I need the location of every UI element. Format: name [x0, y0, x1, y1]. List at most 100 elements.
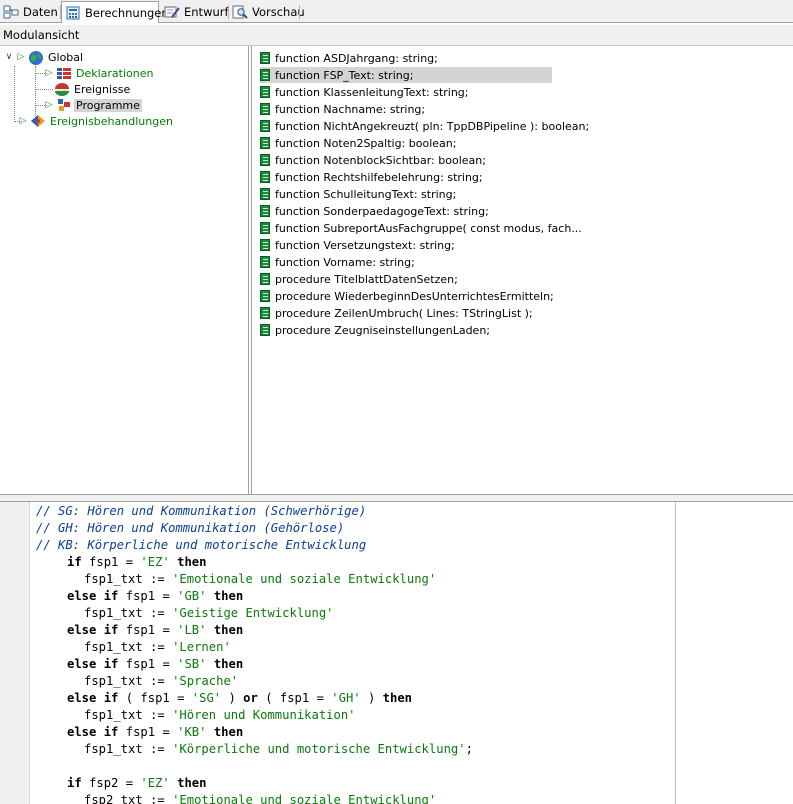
programs-icon	[56, 98, 72, 112]
tree-line	[35, 89, 53, 90]
function-list-item[interactable]: function ASDJahrgang: string;	[260, 50, 438, 66]
module-tree[interactable]: ∨ ▷ Global ▷ Deklarationen Ereignisse ▷ …	[0, 46, 249, 494]
code-page-icon	[260, 120, 270, 132]
tree-label: Global	[48, 50, 84, 64]
chevron-down-icon[interactable]: ∨	[4, 52, 14, 62]
triangle-right-icon[interactable]: ▷	[44, 68, 54, 78]
tree-node-global[interactable]: ∨ ▷ Global	[4, 49, 85, 65]
triangle-right-icon: ▷	[17, 52, 25, 62]
function-list-item[interactable]: function Rechtshilfebelehrung: string;	[260, 169, 483, 185]
code-page-icon	[260, 307, 270, 319]
tab-entwurf[interactable]: Entwurf	[161, 2, 233, 22]
function-list-item[interactable]: function SchulleitungText: string;	[260, 186, 456, 202]
code-line: fsp1_txt := 'Körperliche und motorische …	[84, 742, 473, 756]
triangle-right-icon[interactable]: ▷	[18, 116, 28, 126]
right-margin-line	[675, 502, 676, 804]
code-line: if fsp1 = 'EZ' then	[67, 555, 207, 569]
function-signature: function Vorname: string;	[275, 255, 415, 269]
function-signature: procedure TitelblattDatenSetzen;	[275, 272, 458, 286]
code-line: fsp1_txt := 'Hören und Kommunikation'	[84, 708, 356, 722]
tab-bar: Daten Berechnungen Entwurf Vorschau	[0, 0, 793, 23]
code-page-icon	[260, 188, 270, 200]
tree-line	[14, 66, 15, 122]
function-list-item[interactable]: procedure ZeugniseinstellungenLaden;	[260, 322, 490, 338]
code-line: else if fsp1 = 'SB' then	[67, 657, 244, 671]
module-view-header: Modulansicht	[0, 25, 793, 46]
code-page-icon	[260, 103, 270, 115]
function-signature: function NichtAngekreuzt( pln: TppDBPipe…	[275, 119, 590, 133]
code-page-icon	[260, 154, 270, 166]
code-editor[interactable]: // SG: Hören und Kommunikation (Schwerhö…	[0, 502, 793, 804]
declarations-grid-icon	[56, 66, 72, 80]
function-signature: function SchulleitungText: string;	[275, 187, 457, 201]
function-signature: function Rechtshilfebelehrung: string;	[275, 170, 483, 184]
panel-splitter[interactable]	[0, 494, 793, 502]
calculator-icon	[65, 6, 81, 20]
code-page-icon	[260, 222, 270, 234]
tab-vorschau[interactable]: Vorschau	[229, 2, 309, 22]
function-list-item[interactable]: function NichtAngekreuzt( pln: TppDBPipe…	[260, 118, 589, 134]
globe-icon	[28, 50, 44, 65]
code-comment: // KB: Körperliche und motorische Entwic…	[36, 538, 367, 552]
code-page-icon	[260, 205, 270, 217]
tree-node-programme[interactable]: ▷ Programme	[44, 97, 142, 113]
function-list-item[interactable]: function Versetzungstext: string;	[260, 237, 455, 253]
tab-label: Berechnungen	[85, 5, 169, 20]
function-list-item[interactable]: function Nachname: string;	[260, 101, 425, 117]
function-signature: procedure ZeilenUmbruch( Lines: TStringL…	[275, 306, 533, 320]
design-pencil-icon	[164, 5, 180, 19]
function-list-item[interactable]: function SubreportAusFachgruppe( const m…	[260, 220, 582, 236]
code-line: else if fsp1 = 'LB' then	[67, 623, 244, 637]
editor-gutter	[0, 502, 30, 804]
function-list-item[interactable]: function KlassenleitungText: string;	[260, 84, 469, 100]
code-comment: // SG: Hören und Kommunikation (Schwerhö…	[36, 504, 367, 518]
tab-berechnungen[interactable]: Berechnungen	[61, 1, 169, 23]
code-page-icon	[260, 86, 270, 98]
tree-node-deklarationen[interactable]: ▷ Deklarationen	[44, 65, 155, 81]
function-list-item[interactable]: function NotenblockSichtbar: boolean;	[260, 152, 486, 168]
tree-node-ereignisse[interactable]: Ereignisse	[54, 81, 132, 97]
function-signature: function Nachname: string;	[275, 102, 426, 116]
code-line: fsp1_txt := 'Emotionale und soziale Entw…	[84, 572, 437, 586]
function-signature: function Noten2Spaltig: boolean;	[275, 136, 457, 150]
code-line: fsp1_txt := 'Lernen'	[84, 640, 231, 654]
code-page-icon	[260, 171, 270, 183]
function-signature: function SubreportAusFachgruppe( const m…	[275, 221, 582, 235]
code-page-icon	[260, 239, 270, 251]
code-page-icon	[260, 256, 270, 268]
code-page-icon	[260, 69, 270, 81]
tree-label: Ereignisbehandlungen	[50, 114, 173, 128]
code-line: if fsp2 = 'EZ' then	[67, 776, 207, 790]
tab-daten[interactable]: Daten	[0, 2, 62, 22]
function-signature: function SonderpaedagogeText: string;	[275, 204, 489, 218]
function-list-item[interactable]: function SonderpaedagogeText: string;	[260, 203, 489, 219]
code-page-icon	[260, 324, 270, 336]
code-line: fsp2_txt := 'Emotionale und soziale Entw…	[84, 793, 437, 804]
tree-label: Ereignisse	[74, 82, 131, 96]
code-line: else if fsp1 = 'KB' then	[67, 725, 244, 739]
function-list-item[interactable]: procedure WiederbeginnDesUnterrichtesErm…	[260, 288, 554, 304]
tree-label: Programme	[74, 98, 142, 112]
function-list-item[interactable]: function FSP_Text: string;	[260, 67, 552, 83]
data-tree-icon	[3, 5, 19, 19]
tree-node-ereignisbehandlungen[interactable]: ▷ Ereignisbehandlungen	[18, 113, 175, 129]
event-handlers-icon	[30, 114, 46, 128]
code-line: fsp1_txt := 'Geistige Entwicklung'	[84, 606, 334, 620]
function-list-item[interactable]: procedure ZeilenUmbruch( Lines: TStringL…	[260, 305, 533, 321]
code-line: else if fsp1 = 'GB' then	[67, 589, 244, 603]
tab-label: Daten	[23, 5, 58, 19]
code-comment: // GH: Hören und Kommunikation (Gehörlos…	[36, 521, 345, 535]
function-signature: procedure WiederbeginnDesUnterrichtesErm…	[275, 289, 554, 303]
function-list-item[interactable]: function Vorname: string;	[260, 254, 415, 270]
function-signature: procedure ZeugniseinstellungenLaden;	[275, 323, 491, 337]
code-line: fsp1_txt := 'Sprache'	[84, 674, 239, 688]
tab-separator	[299, 5, 300, 19]
function-list[interactable]: function ASDJahrgang: string; function FS…	[251, 46, 793, 494]
tab-label: Vorschau	[252, 5, 305, 19]
code-page-icon	[260, 137, 270, 149]
function-list-item[interactable]: procedure TitelblattDatenSetzen;	[260, 271, 458, 287]
function-list-item[interactable]: function Noten2Spaltig: boolean;	[260, 135, 456, 151]
function-signature: function ASDJahrgang: string;	[275, 51, 438, 65]
triangle-right-icon[interactable]: ▷	[44, 100, 54, 110]
events-icon	[54, 82, 70, 96]
